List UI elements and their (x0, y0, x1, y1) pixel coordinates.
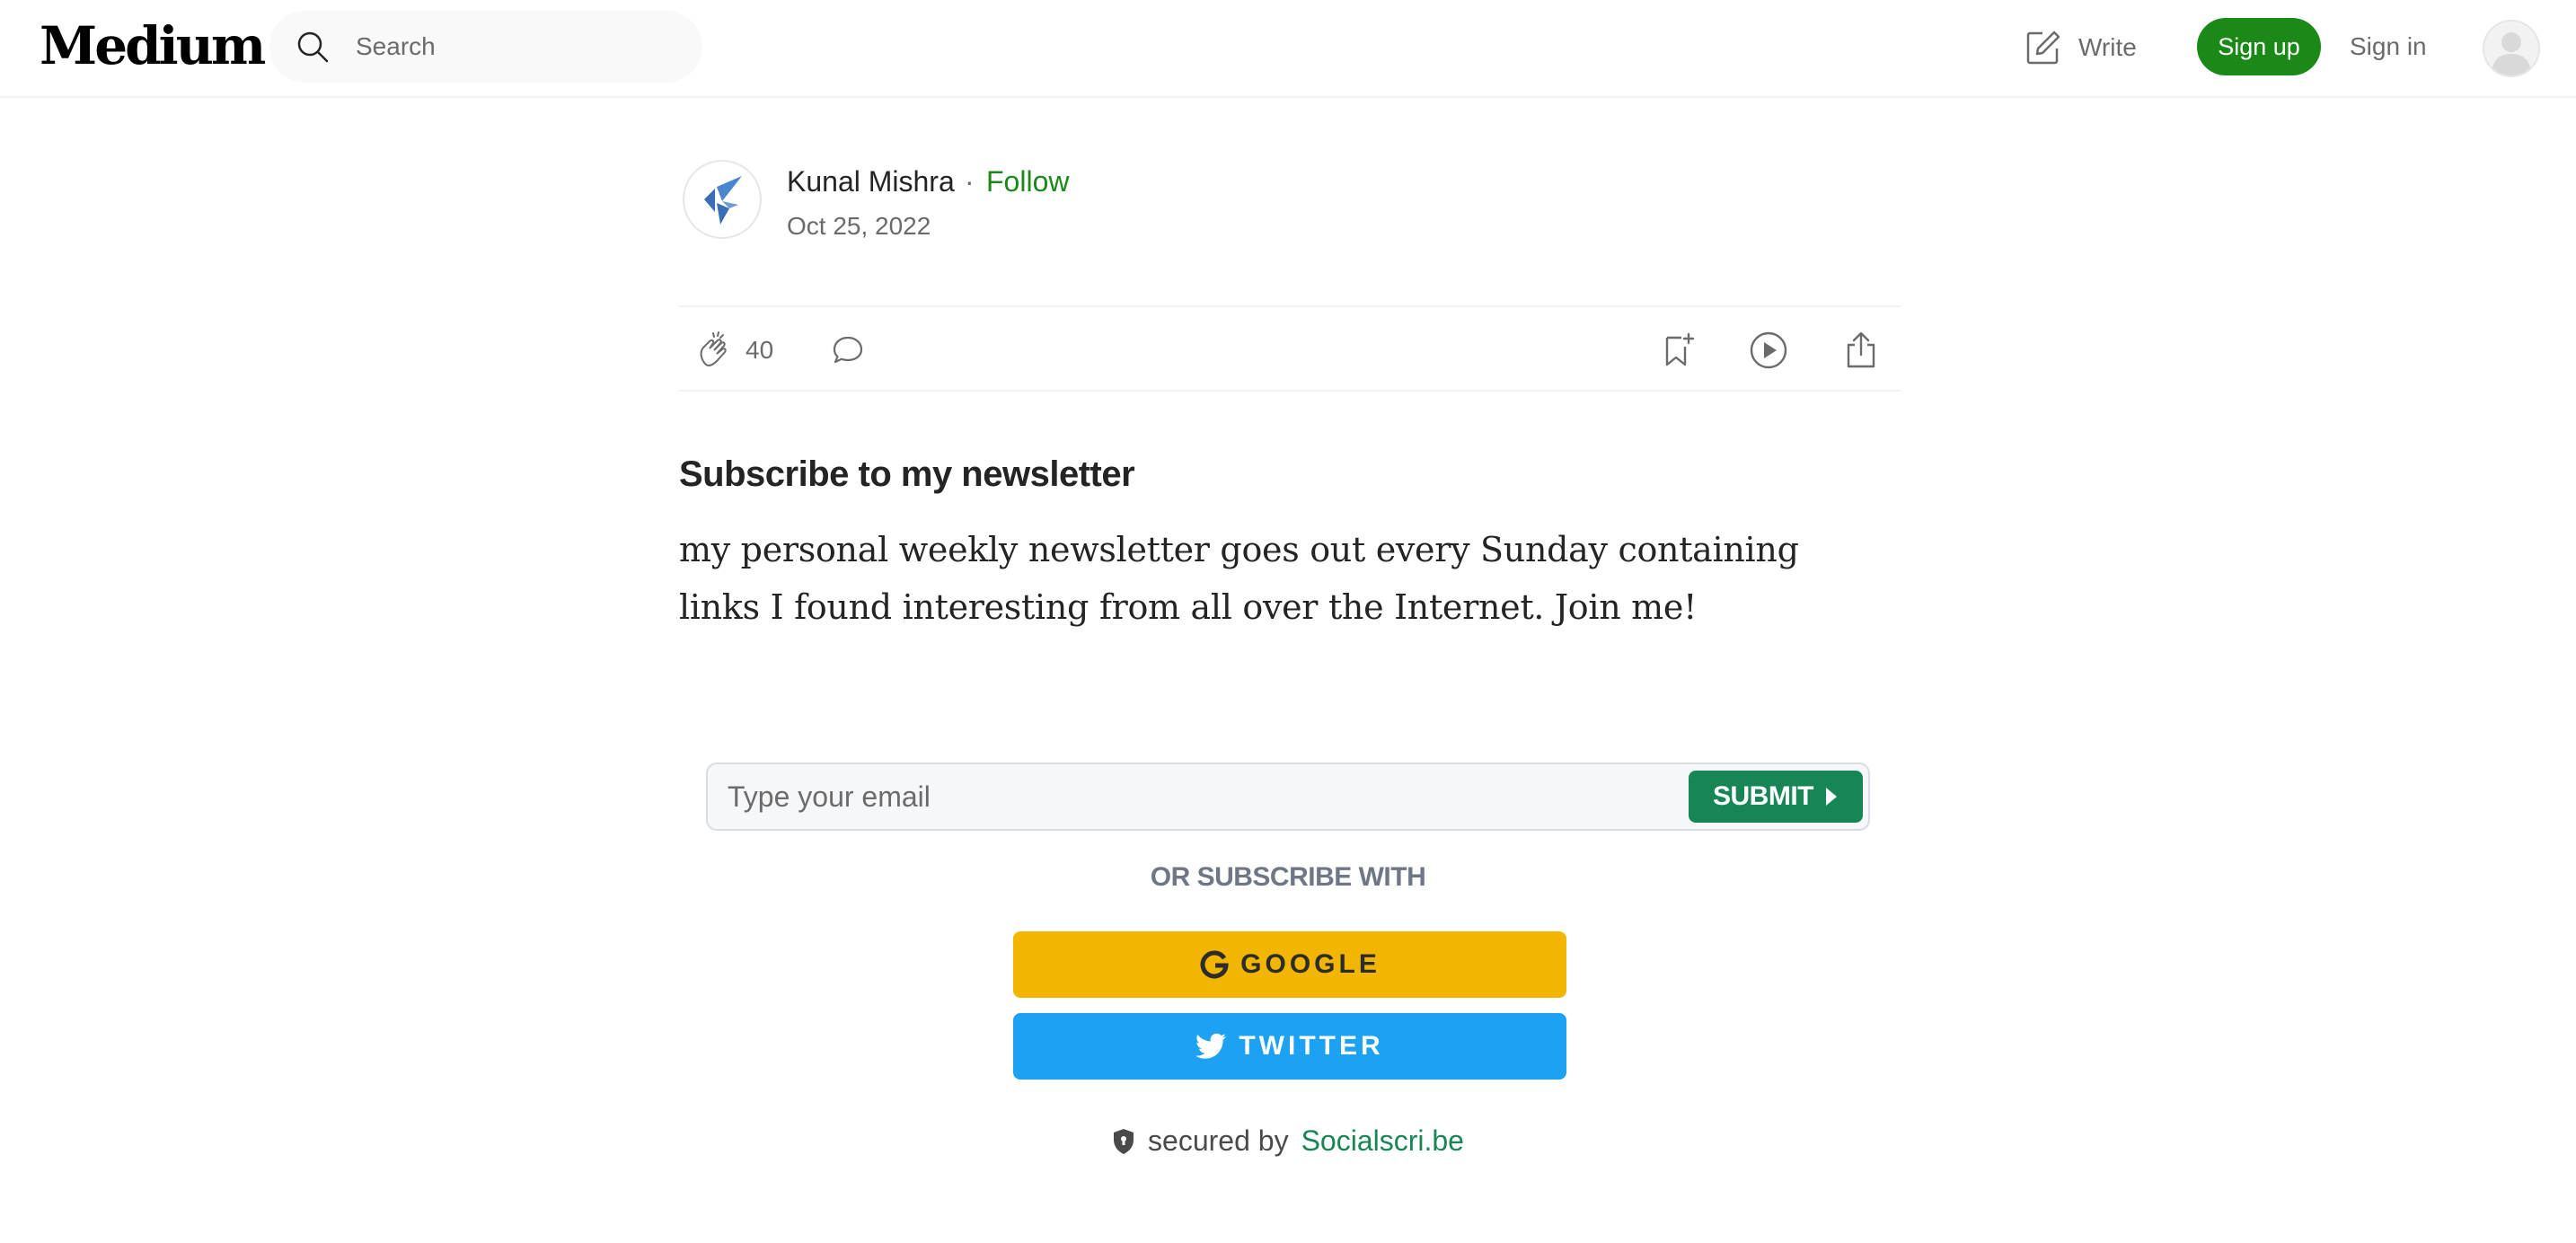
google-label: GOOGLE (1240, 949, 1381, 979)
sign-up-button[interactable]: Sign up (2197, 18, 2321, 75)
share-button[interactable] (1843, 329, 1879, 372)
medium-logo[interactable]: Medium (40, 13, 266, 79)
author-name[interactable]: Kunal Mishra (787, 165, 955, 198)
user-avatar[interactable] (2483, 20, 2540, 77)
socialscribe-link[interactable]: Socialscri.be (1301, 1124, 1464, 1158)
clap-count: 40 (745, 336, 774, 364)
google-icon (1200, 950, 1229, 979)
sign-in-link[interactable]: Sign in (2350, 18, 2427, 75)
author-logo-icon (704, 176, 742, 225)
listen-button[interactable] (1748, 329, 1789, 372)
search-box[interactable]: Search (269, 11, 702, 83)
user-avatar-icon (2492, 32, 2531, 75)
play-icon (1750, 331, 1787, 369)
twitter-label: TWITTER (1239, 1031, 1384, 1061)
play-triangle-icon (1826, 788, 1837, 806)
write-button[interactable]: Write (2025, 23, 2137, 72)
save-button[interactable] (1658, 329, 1698, 372)
bookmark-add-icon (1665, 332, 1695, 366)
shield-icon (1114, 1128, 1134, 1154)
article-paragraph: my personal weekly newsletter goes out e… (679, 530, 1799, 627)
separator-dot: · (965, 165, 975, 198)
twitter-subscribe-button[interactable]: TWITTER (1013, 1013, 1566, 1080)
email-form: SUBMIT (706, 763, 1870, 831)
share-icon (1847, 331, 1875, 368)
follow-button[interactable]: Follow (986, 165, 1069, 198)
clap-button[interactable]: 40 (695, 329, 773, 372)
publish-date: Oct 25, 2022 (787, 212, 931, 240)
article-heading: Subscribe to my newsletter (679, 454, 1135, 494)
clap-icon (700, 331, 727, 366)
comment-icon (833, 336, 863, 364)
google-subscribe-button[interactable]: GOOGLE (1013, 931, 1566, 998)
or-subscribe-label: OR SUBSCRIBE WITH (1150, 862, 1426, 892)
submit-button[interactable]: SUBMIT (1689, 771, 1863, 823)
author-avatar[interactable] (683, 160, 762, 239)
write-icon (2026, 31, 2060, 65)
article-action-bar: 40 (679, 305, 1901, 392)
write-label: Write (2078, 33, 2137, 61)
top-navigation-bar: Medium Search Write Sign up Sign in (0, 0, 2576, 98)
secured-by-text: secured by (1148, 1124, 1289, 1157)
comment-button[interactable] (830, 329, 866, 372)
twitter-icon (1195, 1033, 1227, 1059)
search-placeholder[interactable]: Search (356, 11, 436, 83)
email-input[interactable] (728, 764, 1626, 829)
submit-label: SUBMIT (1713, 781, 1814, 811)
secured-by-footer: secured by Socialscri.be (706, 1124, 1870, 1158)
search-icon (297, 31, 329, 63)
